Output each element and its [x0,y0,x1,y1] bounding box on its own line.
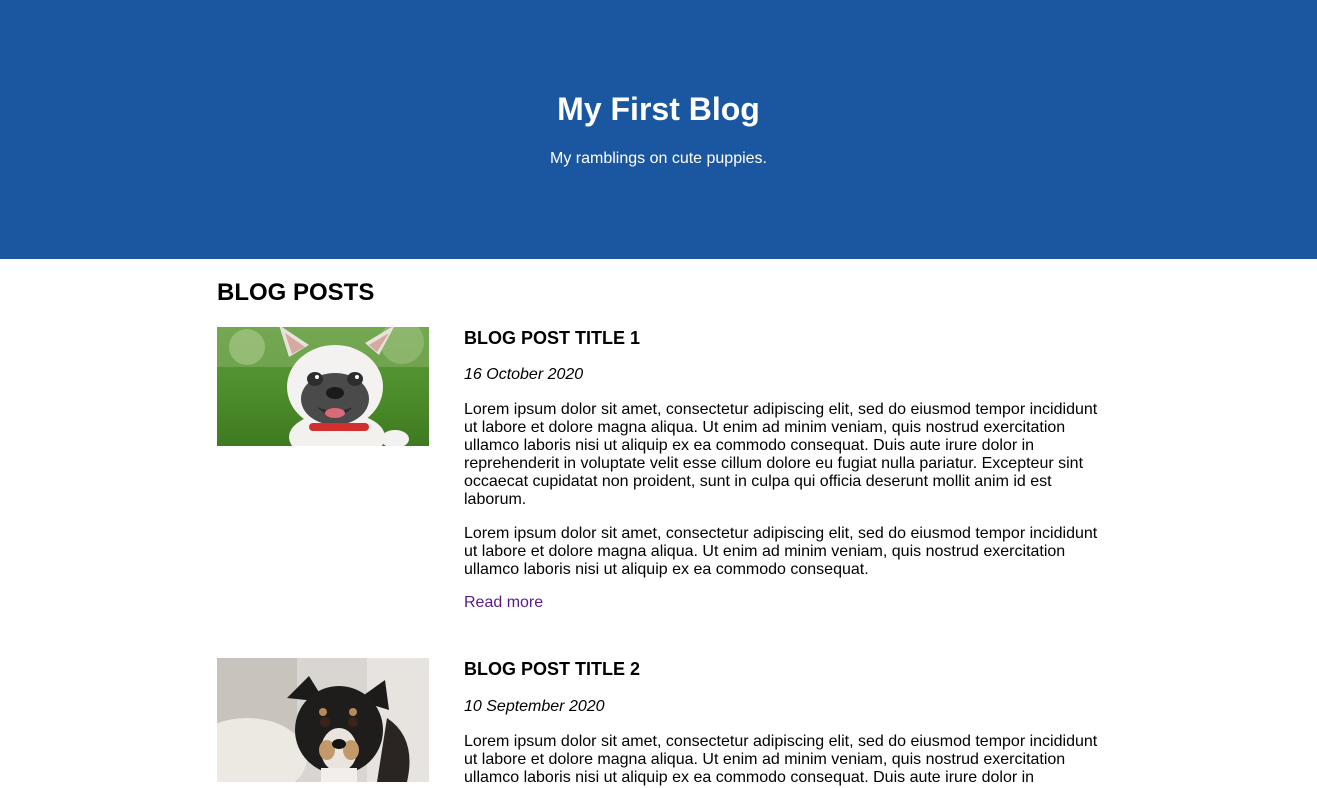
post-title[interactable]: BLOG POST TITLE 1 [464,327,640,349]
blog-post: BLOG POST TITLE 1 16 October 2020 Lorem … [217,327,1101,627]
french-bulldog-image [217,327,429,446]
blog-post: BLOG POST TITLE 2 10 September 2020 Lore… [217,658,1101,788]
post-thumbnail-french-bulldog[interactable] [217,327,429,446]
section-title: BLOG POSTS [217,279,375,306]
blog-header: My First Blog My ramblings on cute puppi… [0,0,1317,259]
post-paragraph: Lorem ipsum dolor sit amet, consectetur … [464,525,1098,578]
post-date: 10 September 2020 [464,698,605,715]
blog-title: My First Blog [557,91,760,127]
blog-tagline: My ramblings on cute puppies. [550,150,767,167]
post-paragraph: Lorem ipsum dolor sit amet, consectetur … [464,401,1098,508]
post-title[interactable]: BLOG POST TITLE 2 [464,658,640,680]
post-paragraph: Lorem ipsum dolor sit amet, consectetur … [464,733,1098,786]
terrier-dog-image [217,658,429,782]
read-more-link[interactable]: Read more [464,594,543,612]
post-thumbnail-terrier[interactable] [217,658,429,782]
post-date: 16 October 2020 [464,366,584,383]
